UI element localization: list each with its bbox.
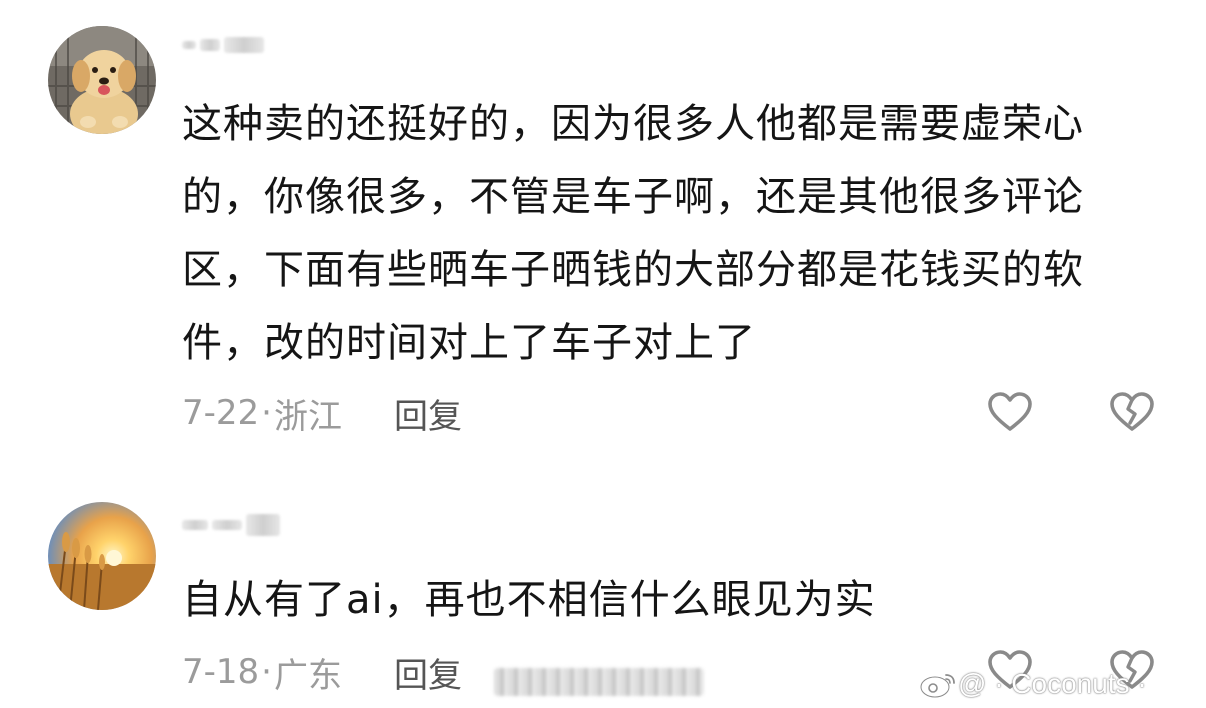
meta-separator: · — [261, 652, 272, 692]
reply-button[interactable]: 回复 — [394, 389, 462, 438]
comment-text: 这种卖的还挺好的，因为很多人他都是需要虚荣心 的，你像很多，不管是车子啊，还是其… — [182, 88, 1162, 380]
avatar[interactable] — [48, 26, 156, 134]
comment-text: 自从有了ai，再也不相信什么眼见为实 — [182, 564, 1162, 637]
watermark-text: @ · Coconuts · — [958, 668, 1147, 699]
comment-location: 广东 — [273, 655, 342, 696]
username-redacted[interactable] — [182, 34, 264, 56]
watermark: @ · Coconuts · — [918, 666, 1206, 702]
comment-meta: 7-18 · 广东 回复 — [182, 648, 462, 697]
avatar[interactable] — [48, 502, 156, 610]
comment-text-line: 的，你像很多，不管是车子啊，还是其他很多评论 — [182, 174, 1084, 220]
redacted-reply-preview — [494, 668, 710, 698]
comment-item: 这种卖的还挺好的，因为很多人他都是需要虚荣心 的，你像很多，不管是车子啊，还是其… — [0, 0, 1206, 460]
redaction-blur — [494, 668, 704, 696]
username-redacted[interactable] — [182, 514, 280, 536]
broken-heart-icon — [1110, 392, 1154, 431]
meta-separator: · — [261, 393, 272, 433]
heart-outline-icon — [988, 392, 1032, 431]
comment-text-line: 件，改的时间对上了车子对上了 — [182, 320, 756, 366]
comment-text-line: 这种卖的还挺好的，因为很多人他都是需要虚荣心 — [182, 101, 1084, 147]
comment-location: 浙江 — [273, 396, 342, 437]
dislike-button[interactable] — [1108, 390, 1156, 434]
comment-text-line: 自从有了ai，再也不相信什么眼见为实 — [182, 577, 876, 623]
reply-button[interactable]: 回复 — [394, 648, 462, 697]
golden-retriever-puppy-avatar — [48, 26, 156, 134]
comment-text-line: 区，下面有些晒车子晒钱的大部分都是花钱买的软 — [182, 247, 1084, 293]
weibo-logo-icon — [919, 674, 955, 699]
comment-date: 7-18 — [182, 652, 260, 692]
comment-meta: 7-22 · 浙江 回复 — [182, 389, 462, 438]
wheat-field-sunset-avatar — [48, 502, 156, 610]
like-button[interactable] — [986, 390, 1034, 434]
comment-date: 7-22 — [182, 393, 260, 433]
